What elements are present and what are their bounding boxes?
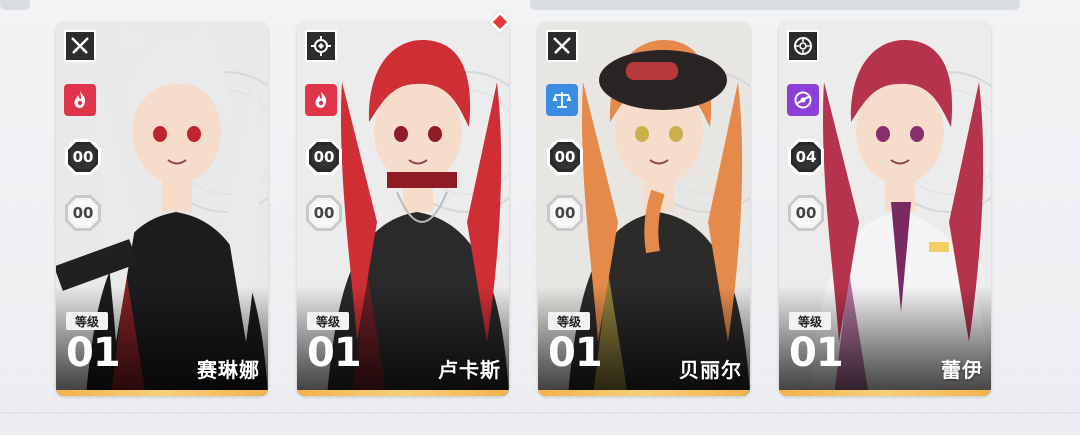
target-reticle-icon bbox=[305, 30, 337, 62]
level-value: 01 bbox=[66, 330, 121, 376]
rarity-bar bbox=[297, 390, 509, 396]
void-orb-icon bbox=[787, 84, 819, 116]
character-name: 贝丽尔 bbox=[679, 360, 742, 382]
character-card[interactable]: 04 00 等级 01 蕾伊 bbox=[779, 22, 991, 396]
crosshair-circle-icon bbox=[787, 30, 819, 62]
rank-badge: 00 bbox=[64, 138, 102, 176]
level-label: 等级 bbox=[548, 312, 590, 330]
character-card[interactable]: 00 00 等级 01 卢卡斯 bbox=[297, 22, 509, 396]
rarity-bar bbox=[56, 390, 268, 396]
star-badge: 00 bbox=[787, 194, 825, 232]
top-frame-strip bbox=[0, 0, 1080, 14]
fire-icon bbox=[305, 84, 337, 116]
character-card[interactable]: 00 00 等级 01 赛琳娜 bbox=[56, 22, 268, 396]
rarity-bar bbox=[779, 390, 991, 396]
star-badge: 00 bbox=[305, 194, 343, 232]
star-badge: 00 bbox=[546, 194, 584, 232]
character-name: 蕾伊 bbox=[941, 360, 983, 382]
level-value: 01 bbox=[307, 330, 362, 376]
rarity-bar bbox=[538, 390, 750, 396]
bottom-divider bbox=[0, 412, 1080, 414]
character-name: 赛琳娜 bbox=[197, 360, 260, 382]
balance-scale-icon bbox=[546, 84, 578, 116]
star-badge: 00 bbox=[64, 194, 102, 232]
level-label: 等级 bbox=[307, 312, 349, 330]
rank-badge: 00 bbox=[546, 138, 584, 176]
fire-icon bbox=[64, 84, 96, 116]
character-card[interactable]: 00 00 等级 01 贝丽尔 bbox=[538, 22, 750, 396]
level-value: 01 bbox=[548, 330, 603, 376]
rank-badge: 00 bbox=[305, 138, 343, 176]
crossed-blades-icon bbox=[546, 30, 578, 62]
crossed-blades-icon bbox=[64, 30, 96, 62]
rank-badge: 04 bbox=[787, 138, 825, 176]
level-value: 01 bbox=[789, 330, 844, 376]
level-label: 等级 bbox=[66, 312, 108, 330]
character-name: 卢卡斯 bbox=[438, 360, 501, 382]
level-label: 等级 bbox=[789, 312, 831, 330]
